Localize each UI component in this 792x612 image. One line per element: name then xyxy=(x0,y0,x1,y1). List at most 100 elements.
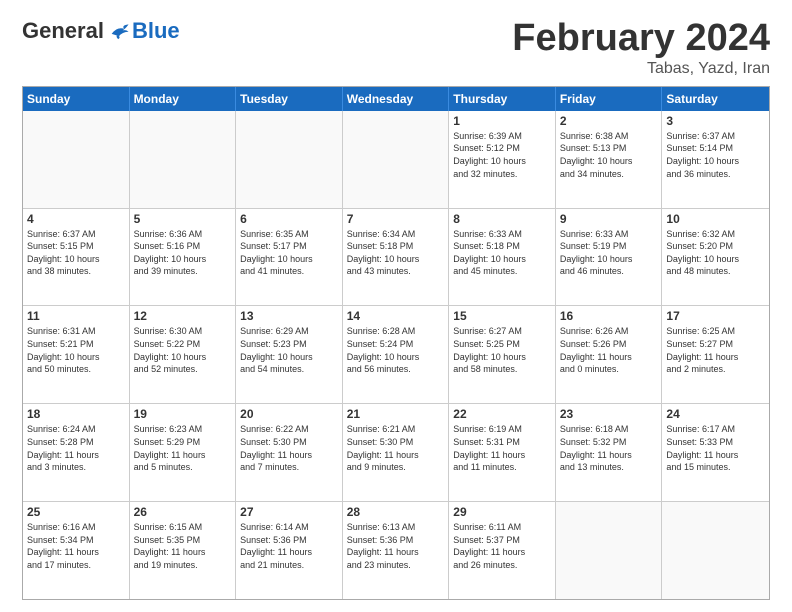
day-info: Sunrise: 6:14 AM Sunset: 5:36 PM Dayligh… xyxy=(240,521,338,571)
logo-bird-icon xyxy=(108,22,130,40)
logo-blue: Blue xyxy=(132,18,180,44)
day-info: Sunrise: 6:38 AM Sunset: 5:13 PM Dayligh… xyxy=(560,130,658,180)
day-number: 2 xyxy=(560,114,658,128)
day-cell-2-6: 17Sunrise: 6:25 AM Sunset: 5:27 PM Dayli… xyxy=(662,306,769,403)
day-number: 13 xyxy=(240,309,338,323)
day-cell-2-3: 14Sunrise: 6:28 AM Sunset: 5:24 PM Dayli… xyxy=(343,306,450,403)
day-cell-3-1: 19Sunrise: 6:23 AM Sunset: 5:29 PM Dayli… xyxy=(130,404,237,501)
day-cell-0-2 xyxy=(236,111,343,208)
day-number: 12 xyxy=(134,309,232,323)
day-info: Sunrise: 6:22 AM Sunset: 5:30 PM Dayligh… xyxy=(240,423,338,473)
calendar: Sunday Monday Tuesday Wednesday Thursday… xyxy=(22,86,770,600)
day-info: Sunrise: 6:39 AM Sunset: 5:12 PM Dayligh… xyxy=(453,130,551,180)
day-number: 16 xyxy=(560,309,658,323)
day-info: Sunrise: 6:30 AM Sunset: 5:22 PM Dayligh… xyxy=(134,325,232,375)
week-row-3: 18 Sunrise: 6:24 AM Sunset: 5:28 PM Dayli… xyxy=(23,404,769,502)
calendar-body: 1 Sunrise: 6:39 AM Sunset: 5:12 PM Daylig… xyxy=(23,111,769,599)
day-cell-1-2: 6 Sunrise: 6:35 AM Sunset: 5:17 PM Daylig… xyxy=(236,209,343,306)
day-info: Sunrise: 6:34 AM Sunset: 5:18 PM Dayligh… xyxy=(347,228,445,278)
day-cell-4-4: 29 Sunrise: 6:11 AM Sunset: 5:37 PM Dayli… xyxy=(449,502,556,599)
day-cell-1-4: 8 Sunrise: 6:33 AM Sunset: 5:18 PM Daylig… xyxy=(449,209,556,306)
day-cell-2-5: 16Sunrise: 6:26 AM Sunset: 5:26 PM Dayli… xyxy=(556,306,663,403)
day-cell-2-1: 12 Sunrise: 6:30 AM Sunset: 5:22 PM Dayli… xyxy=(130,306,237,403)
location: Tabas, Yazd, Iran xyxy=(512,60,770,78)
day-cell-0-6: 3 Sunrise: 6:37 AM Sunset: 5:14 PM Daylig… xyxy=(662,111,769,208)
day-info: Sunrise: 6:17 AM Sunset: 5:33 PM Dayligh… xyxy=(666,423,765,473)
day-info: Sunrise: 6:32 AM Sunset: 5:20 PM Dayligh… xyxy=(666,228,765,278)
day-number: 28 xyxy=(347,505,445,519)
day-number: 5 xyxy=(134,212,232,226)
day-number: 27 xyxy=(240,505,338,519)
day-info: Sunrise: 6:36 AM Sunset: 5:16 PM Dayligh… xyxy=(134,228,232,278)
day-cell-2-4: 15Sunrise: 6:27 AM Sunset: 5:25 PM Dayli… xyxy=(449,306,556,403)
day-number: 29 xyxy=(453,505,551,519)
day-cell-4-3: 28 Sunrise: 6:13 AM Sunset: 5:36 PM Dayli… xyxy=(343,502,450,599)
day-number: 1 xyxy=(453,114,551,128)
day-number: 8 xyxy=(453,212,551,226)
header-thursday: Thursday xyxy=(449,87,556,111)
day-number: 24 xyxy=(666,407,765,421)
day-info: Sunrise: 6:37 AM Sunset: 5:14 PM Dayligh… xyxy=(666,130,765,180)
day-cell-1-3: 7 Sunrise: 6:34 AM Sunset: 5:18 PM Daylig… xyxy=(343,209,450,306)
day-number: 25 xyxy=(27,505,125,519)
day-info: Sunrise: 6:21 AM Sunset: 5:30 PM Dayligh… xyxy=(347,423,445,473)
day-cell-4-6 xyxy=(662,502,769,599)
header-saturday: Saturday xyxy=(662,87,769,111)
day-number: 11 xyxy=(27,309,125,323)
day-cell-3-5: 23 Sunrise: 6:18 AM Sunset: 5:32 PM Dayli… xyxy=(556,404,663,501)
day-cell-1-0: 4Sunrise: 6:37 AM Sunset: 5:15 PM Daylig… xyxy=(23,209,130,306)
day-info: Sunrise: 6:24 AM Sunset: 5:28 PM Dayligh… xyxy=(27,423,125,473)
day-cell-3-4: 22Sunrise: 6:19 AM Sunset: 5:31 PM Dayli… xyxy=(449,404,556,501)
day-info: Sunrise: 6:33 AM Sunset: 5:18 PM Dayligh… xyxy=(453,228,551,278)
day-number: 6 xyxy=(240,212,338,226)
day-number: 20 xyxy=(240,407,338,421)
day-info: Sunrise: 6:31 AM Sunset: 5:21 PM Dayligh… xyxy=(27,325,125,375)
header-monday: Monday xyxy=(130,87,237,111)
day-info: Sunrise: 6:13 AM Sunset: 5:36 PM Dayligh… xyxy=(347,521,445,571)
day-number: 3 xyxy=(666,114,765,128)
header-sunday: Sunday xyxy=(23,87,130,111)
day-number: 22 xyxy=(453,407,551,421)
day-info: Sunrise: 6:18 AM Sunset: 5:32 PM Dayligh… xyxy=(560,423,658,473)
day-cell-4-1: 26 Sunrise: 6:15 AM Sunset: 5:35 PM Dayli… xyxy=(130,502,237,599)
day-cell-2-2: 13 Sunrise: 6:29 AM Sunset: 5:23 PM Dayli… xyxy=(236,306,343,403)
day-cell-1-5: 9 Sunrise: 6:33 AM Sunset: 5:19 PM Daylig… xyxy=(556,209,663,306)
day-cell-4-2: 27 Sunrise: 6:14 AM Sunset: 5:36 PM Dayli… xyxy=(236,502,343,599)
day-cell-4-5 xyxy=(556,502,663,599)
day-number: 19 xyxy=(134,407,232,421)
calendar-header: Sunday Monday Tuesday Wednesday Thursday… xyxy=(23,87,769,111)
day-number: 14 xyxy=(347,309,445,323)
day-number: 18 xyxy=(27,407,125,421)
page: General Blue February 2024 Tabas, Yazd, … xyxy=(0,0,792,612)
day-info: Sunrise: 6:16 AM Sunset: 5:34 PM Dayligh… xyxy=(27,521,125,571)
week-row-2: 11 Sunrise: 6:31 AM Sunset: 5:21 PM Dayli… xyxy=(23,306,769,404)
week-row-0: 1 Sunrise: 6:39 AM Sunset: 5:12 PM Daylig… xyxy=(23,111,769,209)
day-info: Sunrise: 6:11 AM Sunset: 5:37 PM Dayligh… xyxy=(453,521,551,571)
day-cell-3-3: 21Sunrise: 6:21 AM Sunset: 5:30 PM Dayli… xyxy=(343,404,450,501)
day-info: Sunrise: 6:27 AM Sunset: 5:25 PM Dayligh… xyxy=(453,325,551,375)
day-number: 4 xyxy=(27,212,125,226)
day-info: Sunrise: 6:15 AM Sunset: 5:35 PM Dayligh… xyxy=(134,521,232,571)
day-cell-0-3 xyxy=(343,111,450,208)
day-cell-4-0: 25 Sunrise: 6:16 AM Sunset: 5:34 PM Dayli… xyxy=(23,502,130,599)
day-cell-3-0: 18 Sunrise: 6:24 AM Sunset: 5:28 PM Dayli… xyxy=(23,404,130,501)
day-info: Sunrise: 6:29 AM Sunset: 5:23 PM Dayligh… xyxy=(240,325,338,375)
logo-text: General Blue xyxy=(22,18,180,44)
day-info: Sunrise: 6:25 AM Sunset: 5:27 PM Dayligh… xyxy=(666,325,765,375)
day-cell-0-5: 2 Sunrise: 6:38 AM Sunset: 5:13 PM Daylig… xyxy=(556,111,663,208)
day-number: 23 xyxy=(560,407,658,421)
day-number: 7 xyxy=(347,212,445,226)
day-number: 26 xyxy=(134,505,232,519)
day-cell-0-4: 1 Sunrise: 6:39 AM Sunset: 5:12 PM Daylig… xyxy=(449,111,556,208)
day-cell-0-1 xyxy=(130,111,237,208)
title-area: February 2024 Tabas, Yazd, Iran xyxy=(512,18,770,78)
day-cell-1-1: 5 Sunrise: 6:36 AM Sunset: 5:16 PM Daylig… xyxy=(130,209,237,306)
week-row-1: 4Sunrise: 6:37 AM Sunset: 5:15 PM Daylig… xyxy=(23,209,769,307)
header-tuesday: Tuesday xyxy=(236,87,343,111)
day-number: 9 xyxy=(560,212,658,226)
day-number: 10 xyxy=(666,212,765,226)
month-title: February 2024 xyxy=(512,18,770,60)
day-cell-0-0 xyxy=(23,111,130,208)
day-info: Sunrise: 6:33 AM Sunset: 5:19 PM Dayligh… xyxy=(560,228,658,278)
day-info: Sunrise: 6:35 AM Sunset: 5:17 PM Dayligh… xyxy=(240,228,338,278)
